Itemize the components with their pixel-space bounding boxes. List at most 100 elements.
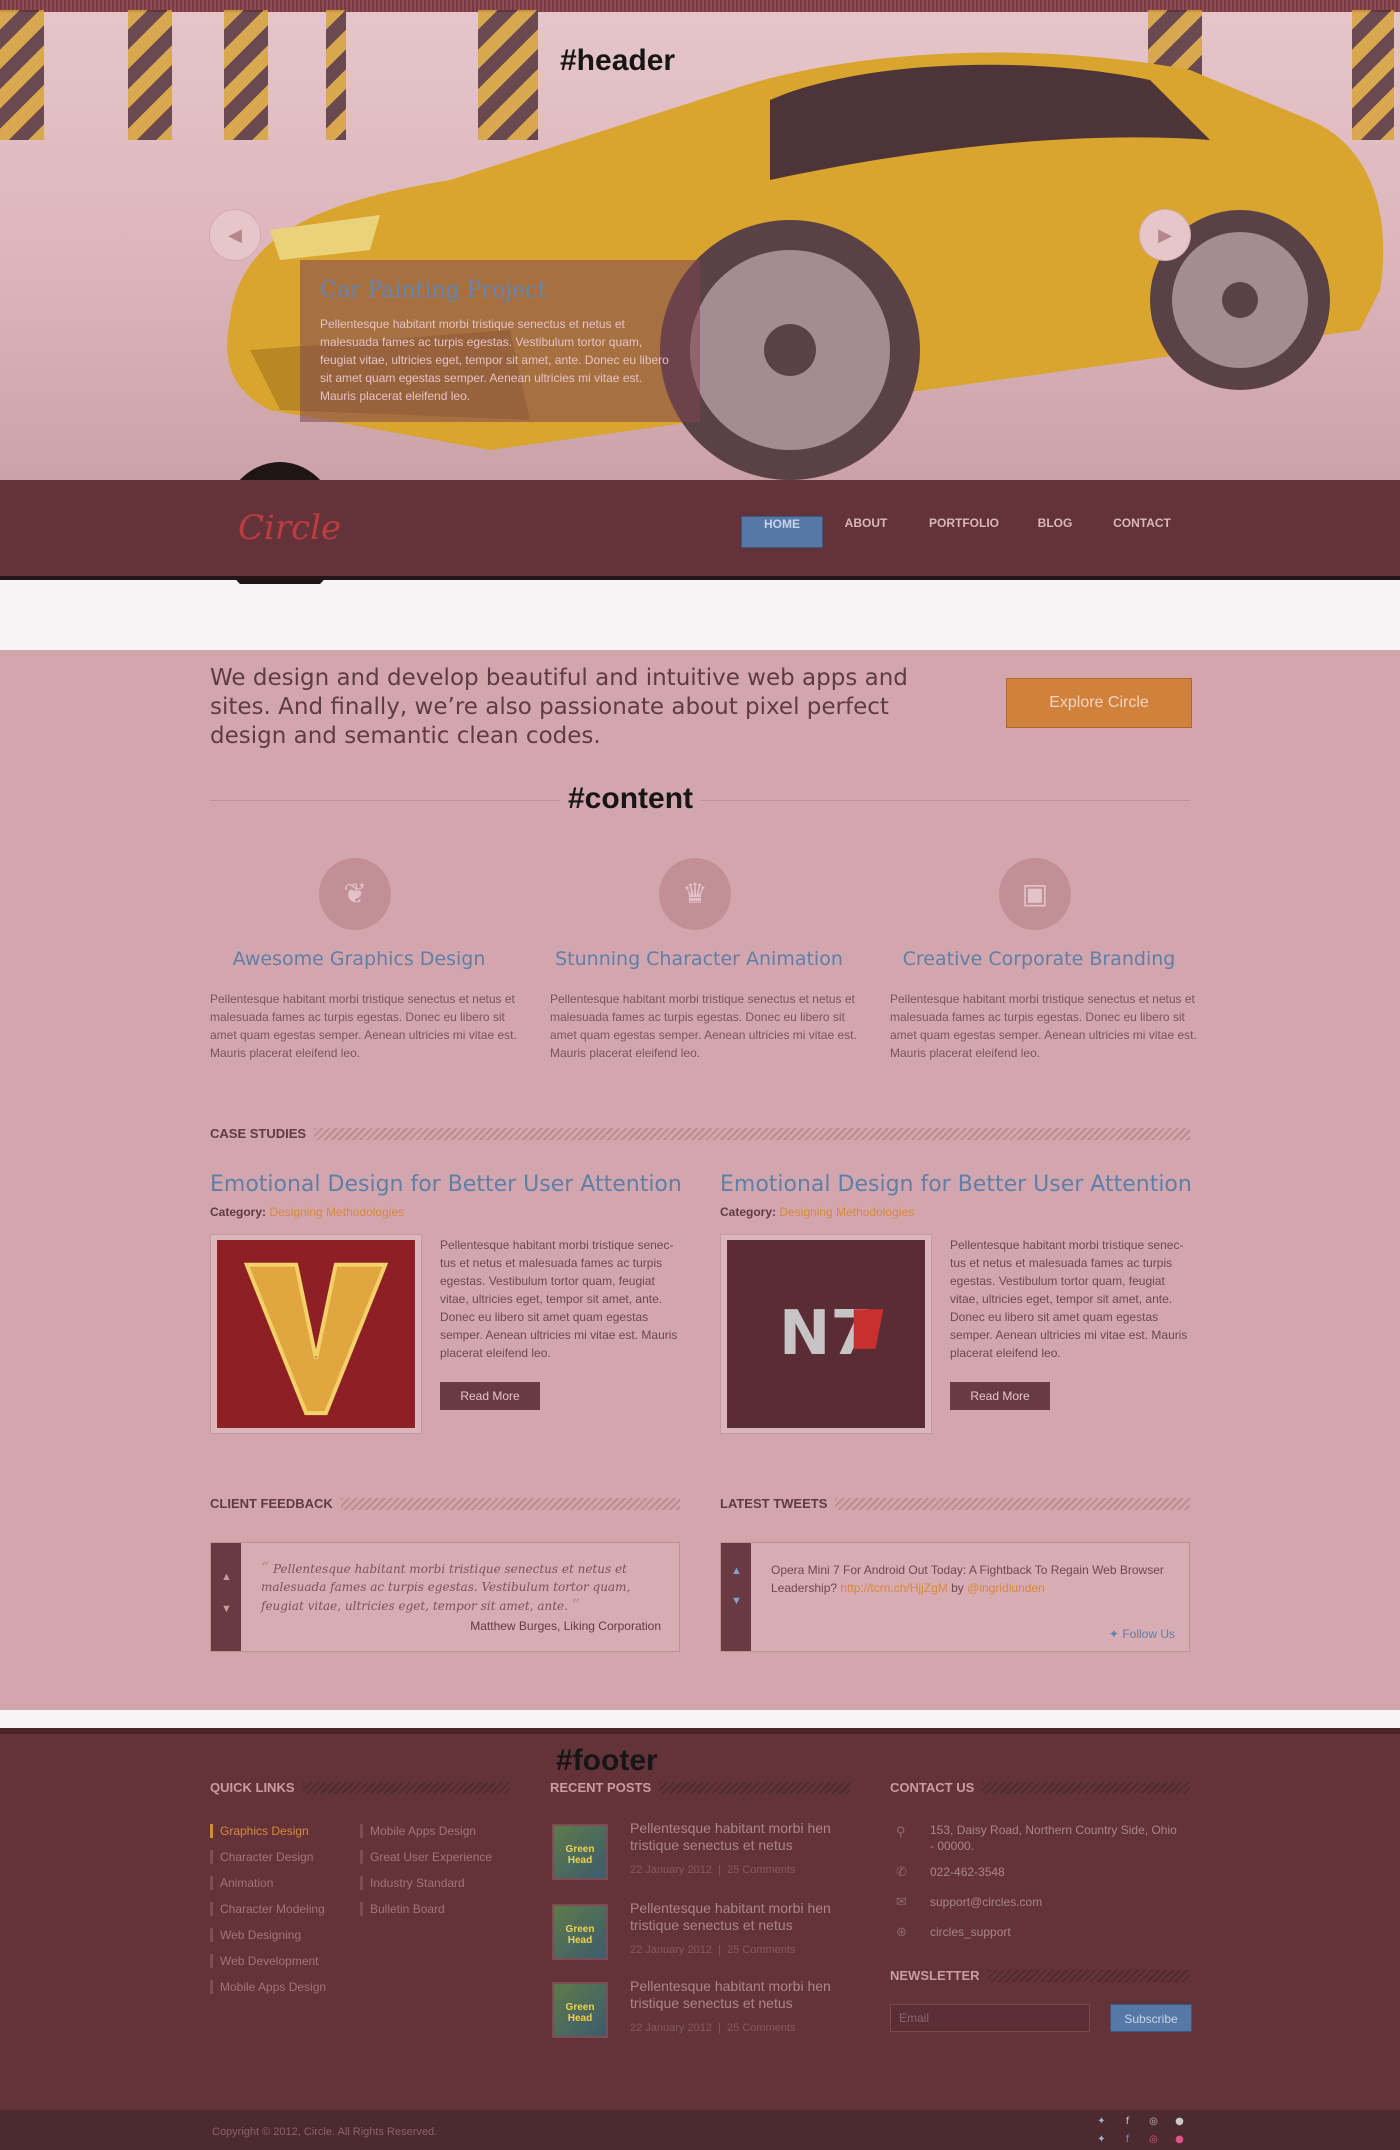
hatch-divider [982, 1781, 1190, 1794]
quick-link[interactable]: Bulletin Board [360, 1902, 445, 1916]
twitter-icon[interactable]: ✦ [1094, 2132, 1109, 2147]
tweet-handle[interactable]: @ingridlunden [967, 1581, 1045, 1595]
case-image-v: V [217, 1240, 415, 1428]
category-label: Category: [720, 1205, 777, 1219]
quick-link[interactable]: Animation [210, 1876, 273, 1890]
follow-us-link[interactable]: ✦ Follow Us [1109, 1627, 1175, 1641]
feedback-box: ▲ ▼ “ Pellentesque habitant morbi tristi… [210, 1542, 680, 1652]
striped-pillar [128, 10, 172, 140]
dribbble-icon[interactable]: ◎ [1146, 2132, 1161, 2147]
tweet-link[interactable]: http://tcrn.ch/HjjZgM [840, 1581, 947, 1595]
arrow-up-icon[interactable]: ▲ [221, 1571, 232, 1583]
facebook-icon[interactable]: f [1120, 2132, 1135, 2147]
nav-contact[interactable]: CONTACT [1104, 516, 1180, 548]
read-more-button[interactable]: Read More [440, 1382, 540, 1410]
category-label: Category: [210, 1205, 267, 1219]
briefcase-icon: ▣ [999, 858, 1071, 930]
case-image-frame[interactable]: N7 [720, 1234, 932, 1434]
skype-icon: ⊛ [896, 1924, 907, 1939]
newsletter-heading: NEWSLETTER [890, 1968, 1190, 1983]
post-thumbnail[interactable]: Green Head [552, 1904, 608, 1960]
feedback-nav: ▲ ▼ [211, 1543, 241, 1651]
section-heading-text: LATEST TWEETS [720, 1496, 828, 1511]
quick-link[interactable]: Web Designing [210, 1928, 301, 1942]
feature-title[interactable]: Awesome Graphics Design [204, 948, 514, 970]
post-comments[interactable]: 25 Comments [727, 1864, 795, 1876]
contact-address: 153, Daisy Road, Northern Country Side, … [930, 1823, 1177, 1853]
flickr-icon[interactable]: ● [1172, 2132, 1187, 2147]
quick-link[interactable]: Web Development [210, 1954, 319, 1968]
arrow-left-icon: ◀ [228, 225, 242, 245]
contact-email[interactable]: support@circles.com [930, 1894, 1180, 1910]
phone-icon: ✆ [896, 1864, 907, 1879]
subscribe-button[interactable]: Subscribe [1110, 2004, 1192, 2032]
arrow-right-icon: ▶ [1158, 225, 1172, 245]
twitter-icon[interactable]: ✦ [1094, 2114, 1109, 2129]
dribbble-icon[interactable]: ◎ [1146, 2114, 1161, 2129]
post-comments[interactable]: 25 Comments [727, 1944, 795, 1956]
slider-prev-button[interactable]: ◀ [210, 210, 260, 260]
section-heading-text: CONTACT US [890, 1780, 975, 1795]
arrow-down-icon[interactable]: ▼ [221, 1603, 232, 1615]
post-thumbnail[interactable]: Green Head [552, 1824, 608, 1880]
copyright-text: Copyright © 2012, Circle. All Rights Res… [212, 2126, 438, 2138]
quick-link[interactable]: Character Modeling [210, 1902, 325, 1916]
quick-link[interactable]: Graphics Design [210, 1824, 309, 1838]
quick-link[interactable]: Mobile Apps Design [360, 1824, 476, 1838]
client-feedback-heading: CLIENT FEEDBACK [210, 1496, 680, 1511]
hatch-divider [659, 1781, 850, 1794]
slide-text: Pellentesque habitant morbi tristique se… [320, 317, 669, 403]
quote-open-icon: “ [261, 1558, 270, 1577]
feature-title[interactable]: Stunning Character Animation [544, 948, 854, 970]
striped-pillar [0, 10, 44, 140]
tweet-text: Opera Mini 7 For Android Out Today: A Fi… [771, 1561, 1171, 1597]
arrow-up-icon[interactable]: ▲ [731, 1565, 742, 1577]
feature-title[interactable]: Creative Corporate Branding [884, 948, 1194, 970]
post-comments[interactable]: 25 Comments [727, 2022, 795, 2034]
nav-blog[interactable]: BLOG [1030, 516, 1080, 548]
feedback-author: Matthew Burges, Liking Corporation [470, 1619, 661, 1633]
slide-title[interactable]: Car Painting Project [320, 278, 680, 303]
footer-top-border [0, 1728, 1400, 1734]
content-label: #content [560, 782, 702, 816]
read-more-button[interactable]: Read More [950, 1382, 1050, 1410]
hatch-divider [302, 1781, 510, 1794]
site-logo[interactable]: Circle [238, 508, 341, 548]
case-image-frame[interactable]: V [210, 1234, 422, 1434]
quick-link[interactable]: Mobile Apps Design [210, 1980, 326, 1994]
contact-skype[interactable]: circles_support [930, 1924, 1180, 1940]
nav-home[interactable]: HOME [741, 516, 823, 548]
hatch-divider [314, 1127, 1190, 1140]
section-heading-text: QUICK LINKS [210, 1780, 295, 1795]
post-thumbnail[interactable]: Green Head [552, 1982, 608, 2038]
contact-us-heading: CONTACT US [890, 1780, 1190, 1795]
slider-next-button[interactable]: ▶ [1140, 210, 1190, 260]
hatch-divider [987, 1969, 1190, 1982]
post-title[interactable]: Pellentesque habitant morbi hen tristiqu… [630, 1900, 850, 1934]
section-heading-text: RECENT POSTS [550, 1780, 652, 1795]
newsletter-email-input[interactable]: Email [890, 2004, 1090, 2032]
case-title[interactable]: Emotional Design for Better User Attenti… [720, 1172, 1192, 1197]
footer-label: #footer [556, 1744, 658, 1777]
recent-posts-heading: RECENT POSTS [550, 1780, 850, 1795]
quick-link[interactable]: Industry Standard [360, 1876, 465, 1890]
category-link[interactable]: Designing Methodologies [269, 1205, 404, 1219]
tweet-by: by [951, 1581, 964, 1595]
post-title[interactable]: Pellentesque habitant morbi hen tristiqu… [630, 1978, 850, 2012]
nav-about[interactable]: ABOUT [836, 516, 896, 548]
feature-text: Pellentesque habitant morbi tristique se… [550, 992, 857, 1060]
flickr-icon[interactable]: ● [1172, 2114, 1187, 2129]
quick-link[interactable]: Character Design [210, 1850, 313, 1864]
quick-link[interactable]: Great User Experience [360, 1850, 492, 1864]
section-heading-text: CASE STUDIES [210, 1126, 307, 1141]
explore-button[interactable]: Explore Circle [1006, 678, 1192, 728]
post-date: 22 January 2012 [630, 1864, 712, 1876]
case-text: Pellentesque habitant morbi tristique se… [440, 1238, 678, 1360]
main-navbar: Circle HOME ABOUT PORTFOLIO BLOG CONTACT [0, 480, 1400, 580]
nav-portfolio[interactable]: PORTFOLIO [922, 516, 1006, 548]
case-title[interactable]: Emotional Design for Better User Attenti… [210, 1172, 682, 1197]
category-link[interactable]: Designing Methodologies [779, 1205, 914, 1219]
post-title[interactable]: Pellentesque habitant morbi hen tristiqu… [630, 1820, 850, 1854]
arrow-down-icon[interactable]: ▼ [731, 1595, 742, 1607]
facebook-icon[interactable]: f [1120, 2114, 1135, 2129]
